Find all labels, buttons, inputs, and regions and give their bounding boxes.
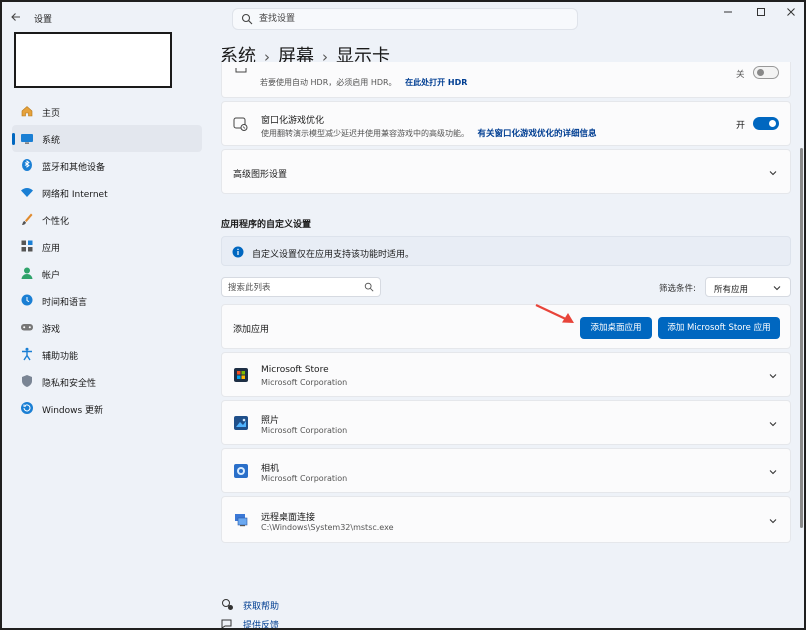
system-icon [20, 131, 34, 145]
auto-hdr-card: 若要使用自动 HDR，必须启用 HDR。 在此处打开 HDR 关 [221, 62, 791, 98]
close-button[interactable] [781, 6, 801, 22]
settings-search-input[interactable] [259, 12, 559, 26]
app-path: C:\Windows\System32\mstsc.exe [261, 523, 394, 532]
windowed-optimization-link[interactable]: 有关窗口化游戏优化的详细信息 [478, 129, 597, 139]
app-row-photos[interactable]: 照片 Microsoft Corporation [221, 400, 791, 445]
app-publisher: Microsoft Corporation [261, 474, 348, 483]
bluetooth-icon [20, 158, 34, 172]
windowed-optimization-toggle[interactable] [753, 117, 779, 130]
update-icon [20, 401, 34, 415]
add-app-label: 添加应用 [233, 325, 270, 335]
search-icon [364, 282, 374, 295]
sidebar-item-system[interactable]: 系统 [12, 125, 202, 152]
sidebar-nav: 主页 系统 蓝牙和其他设备 网络和 Internet 个性化 应用 帐户 时间和… [12, 98, 202, 422]
windowed-toggle-label: 开 [736, 121, 746, 131]
app-row-microsoft-store[interactable]: Microsoft Store Microsoft Corporation [221, 352, 791, 397]
info-text: 自定义设置仅在应用支持该功能时适用。 [252, 250, 415, 260]
auto-hdr-toggle[interactable] [753, 66, 779, 79]
accessibility-icon [20, 347, 34, 361]
windowed-optimization-desc: 使用翻转演示模型减少延迟并使用兼容游戏中的高级功能。 [261, 129, 469, 138]
app-name: 照片 [261, 416, 280, 426]
chevron-down-icon [768, 467, 778, 477]
brush-icon [20, 212, 34, 226]
sidebar-item-bluetooth[interactable]: 蓝牙和其他设备 [12, 152, 202, 179]
sidebar-item-personalization[interactable]: 个性化 [12, 206, 202, 233]
hdr-icon [234, 68, 248, 79]
search-icon [241, 13, 253, 28]
hdr-description: 若要使用自动 HDR，必须启用 HDR。 [260, 78, 397, 87]
chevron-down-icon [768, 516, 778, 526]
shield-icon [20, 374, 34, 388]
account-icon [20, 266, 34, 280]
app-title: 设置 [34, 15, 53, 25]
annotation-arrow [535, 304, 574, 323]
camera-icon [234, 464, 248, 478]
minimize-button[interactable] [718, 6, 738, 22]
maximize-button[interactable] [751, 6, 771, 22]
photos-icon [234, 416, 248, 430]
windowed-game-optimization-card: 窗口化游戏优化 使用翻转演示模型减少延迟并使用兼容游戏中的高级功能。 有关窗口化… [221, 101, 791, 146]
active-indicator [12, 133, 15, 145]
sidebar-item-network[interactable]: 网络和 Internet [12, 179, 202, 206]
advanced-graphics-title: 高级图形设置 [233, 170, 288, 180]
sidebar-item-windows-update[interactable]: Windows 更新 [12, 395, 202, 422]
title-bar: 设置 [2, 2, 804, 32]
globe-clock-icon [20, 293, 34, 307]
filter-label: 筛选条件: [659, 284, 696, 294]
settings-window: 设置 主页 系统 [2, 2, 804, 628]
list-search-box[interactable] [221, 277, 381, 297]
info-bar: 自定义设置仅在应用支持该功能时适用。 [221, 236, 791, 266]
app-publisher: Microsoft Corporation [261, 378, 348, 387]
store-icon [234, 368, 248, 382]
chevron-down-icon [772, 283, 782, 293]
feedback-icon [221, 617, 234, 628]
sidebar-item-apps[interactable]: 应用 [12, 233, 202, 260]
app-row-remote-desktop[interactable]: 远程桌面连接 C:\Windows\System32\mstsc.exe [221, 496, 791, 543]
advanced-graphics-card[interactable]: 高级图形设置 [221, 149, 791, 194]
section-heading: 应用程序的自定义设置 [221, 220, 312, 230]
add-app-card: 添加应用 添加桌面应用 添加 Microsoft Store 应用 [221, 304, 791, 349]
wifi-icon [20, 185, 34, 199]
apps-icon [20, 239, 34, 253]
sidebar-item-accounts[interactable]: 帐户 [12, 260, 202, 287]
scrollbar[interactable] [800, 148, 803, 528]
app-name: 远程桌面连接 [261, 513, 316, 523]
gamepad-icon [20, 320, 34, 334]
back-arrow-icon[interactable] [10, 11, 22, 23]
chevron-down-icon [768, 419, 778, 429]
filter-value: 所有应用 [714, 285, 749, 295]
app-row-camera[interactable]: 相机 Microsoft Corporation [221, 448, 791, 493]
remote-desktop-icon [234, 513, 248, 527]
settings-search-box[interactable] [232, 8, 578, 30]
list-search-input[interactable] [228, 281, 358, 294]
sidebar-item-accessibility[interactable]: 辅助功能 [12, 341, 202, 368]
sidebar-item-home[interactable]: 主页 [12, 98, 202, 125]
info-icon [232, 246, 244, 261]
add-store-app-button[interactable]: 添加 Microsoft Store 应用 [658, 317, 780, 339]
filter-dropdown[interactable]: 所有应用 [705, 277, 791, 297]
help-icon [221, 598, 234, 614]
user-profile-placeholder[interactable] [14, 32, 172, 88]
app-publisher: Microsoft Corporation [261, 426, 348, 435]
app-name: 相机 [261, 464, 280, 474]
windowed-optimization-title: 窗口化游戏优化 [261, 116, 325, 126]
sidebar-item-privacy[interactable]: 隐私和安全性 [12, 368, 202, 395]
sidebar-item-gaming[interactable]: 游戏 [12, 314, 202, 341]
enable-hdr-link[interactable]: 在此处打开 HDR [405, 78, 467, 87]
chevron-down-icon [768, 168, 778, 178]
home-icon [20, 104, 34, 118]
window-game-icon [233, 117, 248, 134]
hdr-toggle-label: 关 [736, 70, 745, 80]
sidebar-item-time-language[interactable]: 时间和语言 [12, 287, 202, 314]
app-name: Microsoft Store [261, 365, 329, 375]
chevron-down-icon [768, 371, 778, 381]
add-desktop-app-button[interactable]: 添加桌面应用 [580, 317, 652, 339]
